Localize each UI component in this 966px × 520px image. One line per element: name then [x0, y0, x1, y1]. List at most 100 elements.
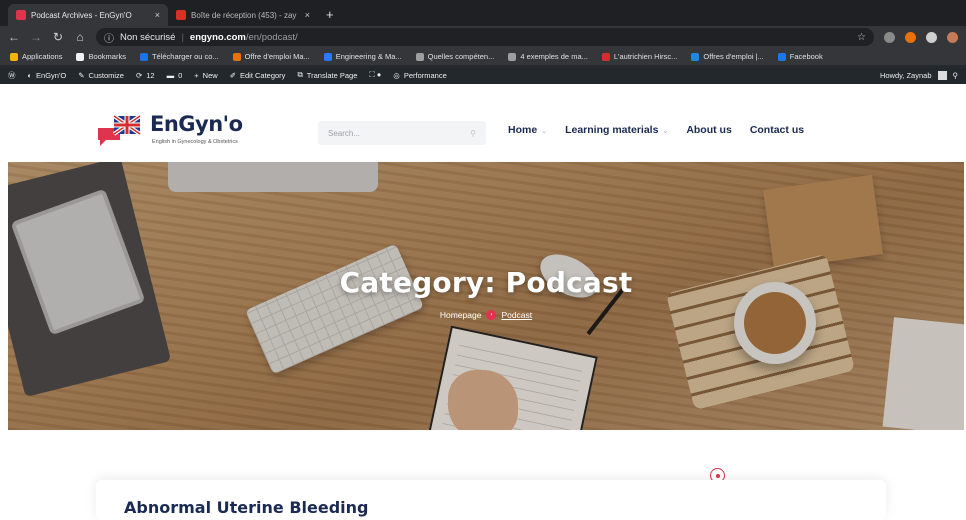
tab-gmail-inbox[interactable]: Boîte de réception (453) - zay ×	[168, 4, 318, 26]
new-label: New	[202, 70, 218, 80]
new-content-link[interactable]: + New	[194, 71, 217, 80]
pencil-icon: ✐	[229, 70, 236, 80]
customize-link[interactable]: ✎ Customize	[78, 71, 124, 80]
breadcrumb-current[interactable]: Podcast	[501, 310, 532, 320]
search-input[interactable]: Search... ⚲	[318, 121, 486, 145]
url-separator: |	[181, 31, 184, 43]
nav-label: About us	[686, 124, 732, 136]
nav-item-learning-materials[interactable]: Learning materials ⌄	[565, 124, 668, 136]
site-logo[interactable]: EnGyn'o English in Gynecology & Obstetri…	[96, 112, 286, 152]
site-header: EnGyn'o English in Gynecology & Obstetri…	[0, 84, 966, 162]
bookmark-4-exemples[interactable]: 4 exemples de ma...	[508, 52, 588, 61]
forward-arrow-icon[interactable]: →	[30, 30, 42, 44]
post-card[interactable]: Abnormal Uterine Bleeding	[96, 480, 886, 520]
bookmark-label: Facebook	[789, 52, 823, 61]
translate-label: Translate Page	[306, 70, 358, 80]
updates-icon: ⟳	[135, 70, 143, 80]
back-arrow-icon[interactable]: ←	[8, 30, 20, 44]
browser-tab-strip: Podcast Archives - EnGyn'O × Boîte de ré…	[0, 0, 966, 26]
new-tab-button[interactable]: +	[318, 4, 342, 26]
bookmarks-bar: Applications Bookmarks Télécharger ou co…	[0, 48, 966, 66]
translate-page-link[interactable]: ⧉ Translate Page	[297, 70, 357, 80]
engyno-favicon-icon	[16, 10, 26, 20]
nav-label: Home	[508, 124, 538, 136]
edit-category-link[interactable]: ✐ Edit Category	[230, 71, 286, 80]
search-icon[interactable]: ⚲	[470, 129, 476, 138]
reload-icon[interactable]: ↻	[52, 30, 64, 44]
bookmark-label: Télécharger ou co...	[151, 52, 219, 61]
browser-toolbar: ← → ↻ ⌂ ⓘ Non sécurisé | engyno.com/en/p…	[0, 26, 966, 48]
url-path: /en/podcast/	[245, 31, 298, 43]
nav-item-home[interactable]: Home ⌄	[508, 124, 547, 136]
seo-status-link[interactable]: ⛶ ●	[369, 70, 381, 80]
post-title[interactable]: Abnormal Uterine Bleeding	[124, 498, 368, 517]
tab-title: Boîte de réception (453) - zay	[191, 10, 297, 20]
bookmark-star-icon[interactable]: ☆	[857, 32, 866, 43]
search-placeholder: Search...	[328, 128, 361, 138]
url-host: engyno.com	[189, 31, 246, 43]
site-favicon-icon	[232, 52, 241, 61]
comments-link[interactable]: ▬ 0	[167, 71, 183, 80]
bookmark-label: Bookmarks	[88, 52, 126, 61]
address-bar[interactable]: ⓘ Non sécurisé | engyno.com/en/podcast/ …	[96, 28, 874, 46]
chevron-down-icon: ⌄	[541, 128, 548, 135]
brush-icon: ✎	[78, 70, 85, 80]
bookmark-telecharger[interactable]: Télécharger ou co...	[139, 52, 219, 61]
seo-icon: ⛶ ●	[369, 70, 382, 79]
bookmark-facebook[interactable]: Facebook	[777, 52, 823, 61]
extensions-puzzle-icon[interactable]	[926, 31, 937, 43]
site-favicon-icon	[139, 52, 148, 61]
wp-admin-bar: Ⓦ ◐ EnGyn'O ✎ Customize ⟳ 12 ▬ 0 + New ✐ Edit …	[0, 66, 966, 84]
extension-icon[interactable]	[884, 31, 895, 43]
home-icon[interactable]: ⌂	[74, 30, 86, 44]
comments-count: 0	[178, 70, 183, 80]
apps-grid-icon	[10, 52, 18, 61]
page-title: Category: Podcast	[339, 266, 633, 299]
tab-podcast-archives[interactable]: Podcast Archives - EnGyn'O ×	[8, 4, 168, 26]
nav-item-about-us[interactable]: About us	[686, 124, 732, 136]
site-favicon-icon	[508, 52, 517, 61]
site-favicon-icon	[691, 52, 700, 61]
breadcrumb-home-link[interactable]: Homepage	[440, 310, 482, 320]
bookmark-label: 4 exemples de ma...	[520, 52, 588, 61]
close-tab-icon[interactable]: ×	[155, 10, 160, 20]
main-nav: Home ⌄ Learning materials ⌄ About us Conta…	[508, 124, 804, 136]
performance-label: Performance	[403, 70, 447, 80]
profile-avatar-icon[interactable]	[947, 31, 958, 43]
brand-tagline: English in Gynecology & Obstetrics	[152, 139, 238, 145]
search-icon[interactable]: ⚲	[953, 71, 959, 80]
performance-link[interactable]: ◎ Performance	[393, 71, 446, 80]
bookmark-offre-emploi[interactable]: Offre d'emploi Ma...	[232, 52, 310, 61]
star-icon	[76, 52, 85, 61]
comment-icon: ▬	[166, 70, 175, 80]
wordpress-logo-icon[interactable]: Ⓦ	[8, 70, 16, 81]
performance-icon: ◎	[393, 70, 400, 80]
updates-link[interactable]: ⟳ 12	[136, 71, 155, 80]
translate-icon: ⧉	[297, 70, 303, 79]
user-greeting[interactable]: Howdy, Zaynab	[880, 71, 932, 80]
bookmark-label: L'autrichien Hirsc...	[613, 52, 678, 61]
close-tab-icon[interactable]: ×	[305, 10, 310, 20]
bookmark-engineering[interactable]: Engineering & Ma...	[323, 52, 402, 61]
site-favicon-icon	[323, 52, 332, 61]
nav-item-contact-us[interactable]: Contact us	[750, 124, 804, 136]
bookmark-bookmarks[interactable]: Bookmarks	[76, 52, 126, 61]
avatar[interactable]	[937, 70, 947, 80]
category-hero-banner: Category: Podcast Homepage › Podcast	[8, 162, 964, 430]
gmail-favicon-icon	[176, 10, 186, 20]
nav-label: Learning materials	[565, 124, 659, 136]
site-favicon-icon	[415, 52, 424, 61]
bookmark-offres-emploi[interactable]: Offres d'emploi |...	[691, 52, 764, 61]
uk-flag-speech-bubble-icon	[98, 114, 142, 146]
chevron-down-icon: ⌄	[662, 128, 669, 135]
admin-site-link[interactable]: ◐ EnGyn'O	[28, 71, 67, 80]
bookmark-label: Engineering & Ma...	[335, 52, 402, 61]
bookmark-autrichien[interactable]: L'autrichien Hirsc...	[601, 52, 678, 61]
edit-category-label: Edit Category	[239, 70, 286, 80]
info-icon[interactable]: ⓘ	[104, 30, 114, 45]
breadcrumb: Homepage › Podcast	[8, 310, 964, 320]
extension-icon[interactable]	[905, 31, 916, 43]
bookmark-applications[interactable]: Applications	[10, 52, 62, 61]
tab-title: Podcast Archives - EnGyn'O	[31, 10, 132, 20]
bookmark-quelles-competences[interactable]: Quelles compéten...	[415, 52, 494, 61]
